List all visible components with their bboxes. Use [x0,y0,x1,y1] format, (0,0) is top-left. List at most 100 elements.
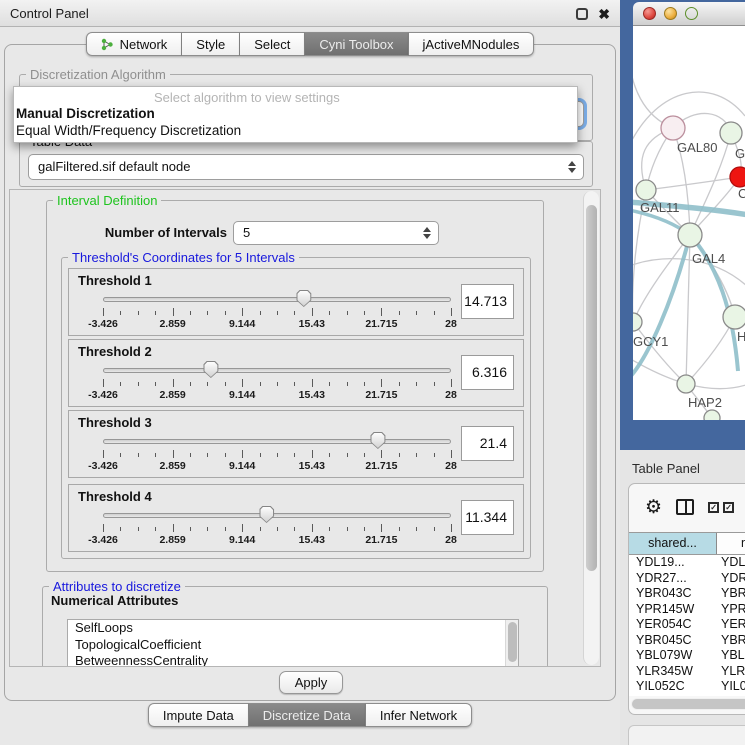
table-header-row: shared... n [629,532,745,555]
attribute-list-item[interactable]: SelfLoops [68,620,518,637]
table-row[interactable]: YBR043CYBR0 [629,586,745,602]
threshold-1-value-field[interactable]: 14.713 [461,284,514,319]
table-toolbar: ⚙ ✓ ✓ [629,484,745,530]
slider-thumb[interactable] [259,506,274,523]
table-row[interactable]: YPR145WYPR1 [629,602,745,618]
tab-jactivemnodules[interactable]: jActiveMNodules [409,32,535,56]
slider-thumb[interactable] [296,290,311,307]
network-window-titlebar[interactable] [633,2,745,26]
thresholds-group: Threshold's Coordinates for 5 Intervals … [61,257,531,559]
settings-scrollpane: Interval Definition Number of Intervals … [9,189,601,667]
table-data-group: Table Data galFiltered.sif default node [19,141,593,187]
settings-scrollbar[interactable] [583,191,599,665]
close-icon[interactable]: ✖ [598,8,610,20]
slider-track[interactable] [103,439,451,444]
tab-discretize-data[interactable]: Discretize Data [249,703,366,727]
node-partial-bottom [704,410,720,420]
node-label-gal4: GAL4 [692,251,725,266]
node-table-body: YDL19...YDL1YDR27...YDR2YBR043CYBR0YPR14… [629,555,745,696]
tab-select[interactable]: Select [240,32,305,56]
threshold-3-panel: Threshold 3 -3.4262.8599.14415.4321.7152… [68,410,524,478]
table-panel-title: Table Panel [632,461,700,476]
threshold-1-panel: Threshold 1 -3.4262.8599.14415.4321.7152… [68,268,524,336]
threshold-3-value-field[interactable]: 21.4 [461,426,514,461]
slider-track[interactable] [103,513,451,518]
network-canvas[interactable]: GAL80 G C GAL11 GAL4 GCY1 H HAP2 [633,26,745,420]
slider-track[interactable] [103,368,451,373]
gear-icon[interactable]: ⚙ [645,498,662,517]
table-row[interactable]: YDR27...YDR2 [629,571,745,587]
table-row[interactable]: YLR345WYLR3 [629,664,745,680]
float-window-icon[interactable] [576,8,588,20]
number-of-intervals-combobox[interactable]: 5 [233,221,439,245]
control-panel-tabs: Network Style Select Cyni Toolbox jActiv… [0,32,620,56]
list-scrollbar[interactable] [505,620,518,667]
table-data-selected: galFiltered.sif default node [38,159,190,174]
minimize-traffic-light-icon[interactable] [664,7,677,20]
slider-thumb[interactable] [370,432,385,449]
numerical-attributes-list[interactable]: SelfLoopsTopologicalCoefficientBetweenne… [67,619,519,667]
threshold-1-slider[interactable]: -3.4262.8599.14415.4321.71528 [103,291,451,331]
number-of-intervals-label: Number of Intervals [77,221,227,245]
close-traffic-light-icon[interactable] [643,7,656,20]
tab-cyni-toolbox[interactable]: Cyni Toolbox [305,32,408,56]
combo-spinner-icon [423,227,431,239]
slider-ticks [103,450,451,459]
slider-thumb[interactable] [203,361,218,378]
checkbox-select-icon[interactable]: ✓ [723,502,734,513]
threshold-4-value-field[interactable]: 11.344 [461,500,514,535]
group-title: Attributes to discretize [49,579,185,594]
node-label-partial-g: G [735,146,745,161]
dropdown-item-manual-discretization[interactable]: Manual Discretization [16,106,155,121]
node-label-gal11: GAL11 [640,200,680,215]
table-row[interactable]: YBR045CYBR0 [629,633,745,649]
threshold-label: Threshold 1 [78,273,152,288]
slider-tick-labels: -3.4262.8599.14415.4321.71528 [103,389,451,401]
node-red [730,167,745,187]
node-label-gcy1: GCY1 [633,334,668,349]
attribute-list-item[interactable]: BetweennessCentrality [68,653,518,667]
node-label-gal80: GAL80 [677,140,717,155]
numerical-attributes-label: Numerical Attributes [51,593,178,608]
apply-button[interactable]: Apply [279,671,343,694]
table-data-combobox[interactable]: galFiltered.sif default node [28,154,584,180]
group-title: Interval Definition [53,193,161,208]
threshold-2-value-field[interactable]: 6.316 [461,355,514,390]
node-partial-top-right [720,122,742,144]
slider-track[interactable] [103,297,451,302]
node-gal80 [661,116,685,140]
node-gcy1 [633,313,642,331]
column-header-name[interactable]: n [717,533,745,554]
group-title: Discretization Algorithm [26,67,170,82]
threshold-2-slider[interactable]: -3.4262.8599.14415.4321.71528 [103,362,451,402]
tab-infer-network[interactable]: Infer Network [366,703,472,727]
table-row[interactable]: YIL052CYIL0 [629,679,745,695]
table-horizontal-scrollbar[interactable] [631,698,745,710]
node-label-partial-h: H [737,329,745,344]
split-columns-icon[interactable] [676,499,694,515]
threshold-4-slider[interactable]: -3.4262.8599.14415.4321.71528 [103,507,451,547]
column-header-shared-name[interactable]: shared... [629,533,717,554]
threshold-3-slider[interactable]: -3.4262.8599.14415.4321.71528 [103,433,451,473]
node-gal4 [678,223,702,247]
table-row[interactable]: YBL079WYBL0 [629,648,745,664]
panel-title: Control Panel [10,6,89,21]
network-icon [101,38,114,51]
table-row[interactable]: YER054CYER0 [629,617,745,633]
tab-impute-data[interactable]: Impute Data [148,703,249,727]
checkbox-select-icon[interactable]: ✓ [708,502,719,513]
slider-tick-labels: -3.4262.8599.14415.4321.71528 [103,534,451,546]
tab-network[interactable]: Network [86,32,183,56]
attribute-list-item[interactable]: TopologicalCoefficient [68,637,518,654]
group-title: Threshold's Coordinates for 5 Intervals [68,250,299,265]
control-panel-window: Control Panel ✖ Discretization Algorithm… [0,0,620,745]
threshold-label: Threshold 3 [78,415,152,430]
dropdown-item-equal-width-frequency[interactable]: Equal Width/Frequency Discretization [16,123,241,138]
tab-style[interactable]: Style [182,32,240,56]
zoom-traffic-light-icon[interactable] [685,7,698,20]
node-table-container: ⚙ ✓ ✓ shared... n YDL19...YDL1YDR27...YD… [628,483,745,715]
node-label-hap2: HAP2 [688,395,722,410]
table-row[interactable]: YDL19...YDL1 [629,555,745,571]
dropdown-placeholder-item: Select algorithm to view settings [154,90,340,105]
interval-definition-group: Interval Definition Number of Intervals … [46,200,544,572]
